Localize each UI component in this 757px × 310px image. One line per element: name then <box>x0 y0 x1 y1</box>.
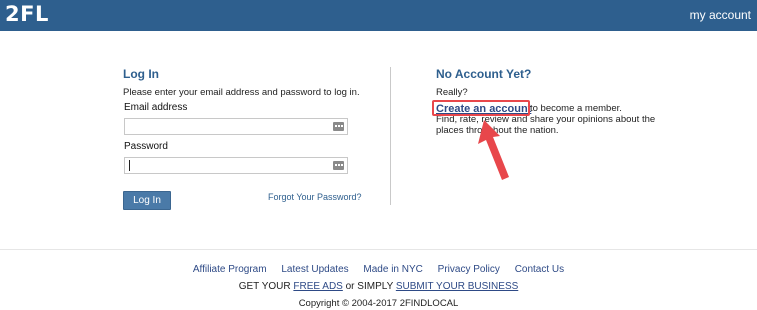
password-manager-icon[interactable] <box>333 161 344 170</box>
promo-middle: or SIMPLY <box>345 281 394 292</box>
password-manager-icon[interactable] <box>333 122 344 131</box>
password-field[interactable] <box>124 157 348 174</box>
forgot-password-link[interactable]: Forgot Your Password? <box>268 192 362 202</box>
login-title: Log In <box>123 67 159 81</box>
footer-promo: GET YOUR FREE ADS or SIMPLY SUBMIT YOUR … <box>0 281 757 292</box>
password-label: Password <box>124 141 168 152</box>
footer-link-latest-updates[interactable]: Latest Updates <box>281 264 348 275</box>
footer-link-affiliate-program[interactable]: Affiliate Program <box>193 264 267 275</box>
submit-business-link[interactable]: SUBMIT YOUR BUSINESS <box>396 281 518 292</box>
email-field[interactable] <box>124 118 348 135</box>
become-member-text: to become a member. <box>530 103 622 114</box>
footer-links: Affiliate Program Latest Updates Made in… <box>0 264 757 275</box>
email-label: Email address <box>124 102 188 113</box>
footer-link-made-in-nyc[interactable]: Made in NYC <box>363 264 422 275</box>
top-bar: 2FL my account <box>0 0 757 31</box>
footer-link-contact-us[interactable]: Contact Us <box>515 264 564 275</box>
email-input[interactable] <box>128 120 328 133</box>
column-divider <box>390 67 391 205</box>
annotation-highlight-box <box>432 100 530 116</box>
really-text: Really? <box>436 87 468 98</box>
footer-divider <box>0 249 757 250</box>
footer-link-privacy-policy[interactable]: Privacy Policy <box>438 264 500 275</box>
login-button[interactable]: Log In <box>123 191 171 210</box>
copyright: Copyright © 2004-2017 2FINDLOCAL <box>298 298 459 309</box>
red-arrow-icon <box>478 120 509 180</box>
password-input[interactable] <box>128 159 328 172</box>
promo-prefix: GET YOUR <box>238 281 291 292</box>
signup-title: No Account Yet? <box>436 67 532 81</box>
login-instructions: Please enter your email address and pass… <box>123 87 360 98</box>
my-account-link[interactable]: my account <box>690 8 751 22</box>
free-ads-link[interactable]: FREE ADS <box>293 281 342 292</box>
site-logo[interactable]: 2FL <box>5 2 49 26</box>
